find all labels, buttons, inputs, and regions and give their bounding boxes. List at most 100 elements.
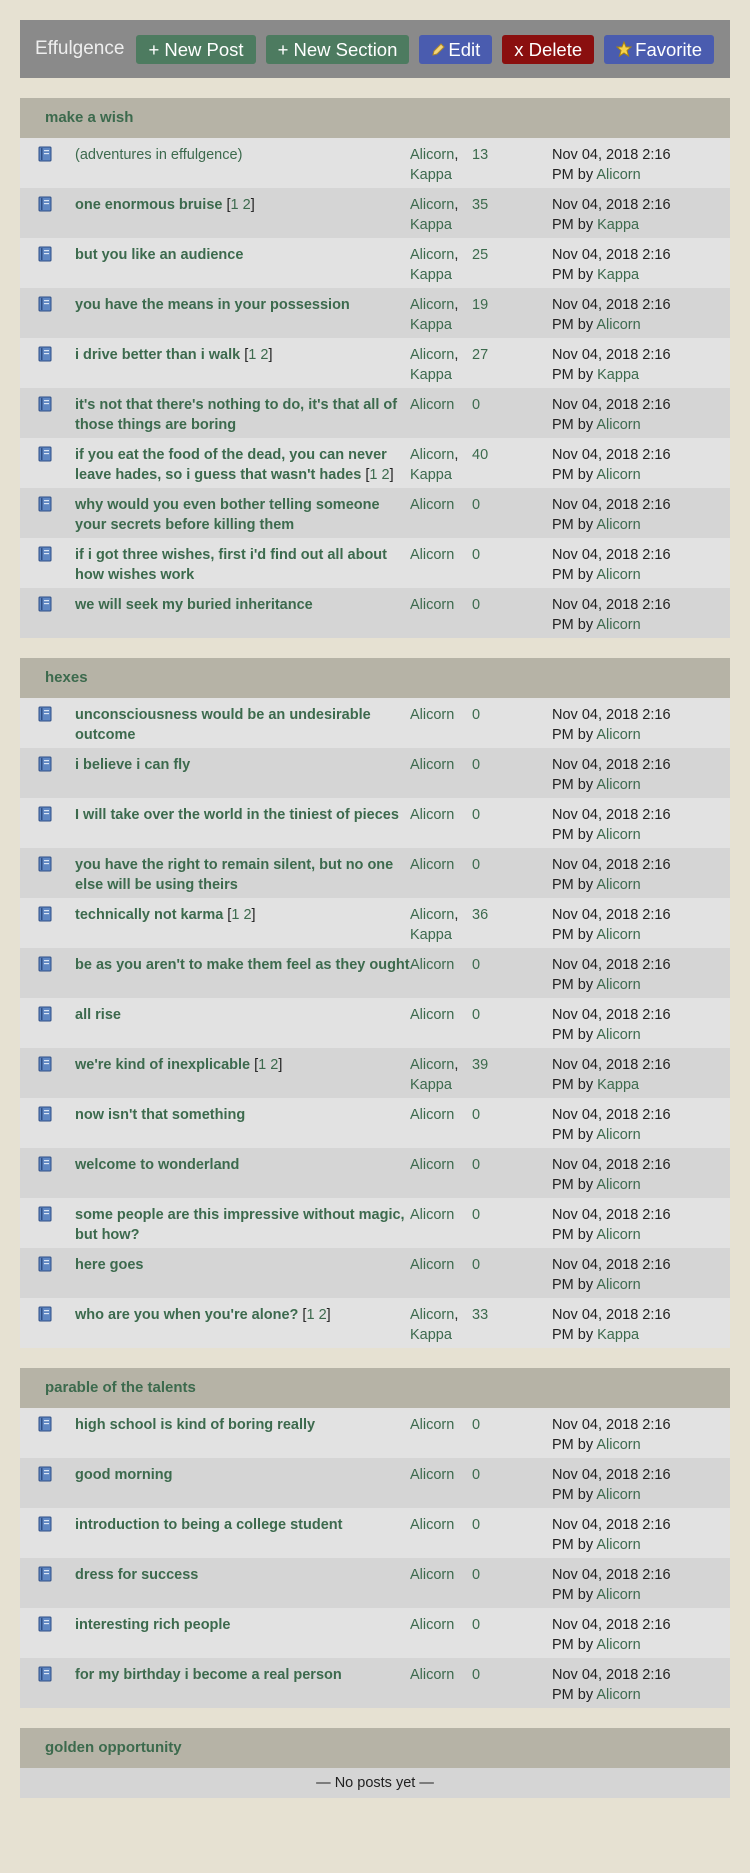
author-link[interactable]: Alicorn [410, 1207, 454, 1223]
reply-count[interactable]: 0 [472, 1255, 552, 1298]
author-link[interactable]: Alicorn [410, 807, 454, 823]
delete-button[interactable]: x Delete [502, 34, 595, 64]
author-link[interactable]: Alicorn [410, 1567, 454, 1583]
author-link[interactable]: Alicorn [410, 247, 454, 263]
author-link[interactable]: Alicorn [410, 1307, 454, 1323]
last-updated-author-link[interactable]: Alicorn [596, 727, 640, 743]
post-title-link[interactable]: if i got three wishes, first i'd find ou… [75, 547, 387, 583]
last-updated-author-link[interactable]: Alicorn [596, 1127, 640, 1143]
last-updated-author-link[interactable]: Alicorn [596, 1587, 640, 1603]
reply-count[interactable]: 0 [472, 855, 552, 898]
section-title[interactable]: golden opportunity [20, 1728, 730, 1768]
last-updated-author-link[interactable]: Alicorn [596, 417, 640, 433]
post-title-link[interactable]: high school is kind of boring really [75, 1417, 315, 1433]
author-link[interactable]: Kappa [410, 467, 452, 483]
post-title-link[interactable]: (adventures in effulgence) [75, 147, 242, 163]
author-link[interactable]: Kappa [410, 267, 452, 283]
reply-count[interactable]: 0 [472, 1005, 552, 1048]
last-updated-author-link[interactable]: Kappa [597, 217, 639, 233]
post-title-link[interactable]: you have the means in your possession [75, 297, 350, 313]
post-title-link[interactable]: all rise [75, 1007, 121, 1023]
author-link[interactable]: Kappa [410, 167, 452, 183]
author-link[interactable]: Kappa [410, 367, 452, 383]
reply-count[interactable]: 25 [472, 245, 552, 288]
reply-count[interactable]: 36 [472, 905, 552, 948]
page-link[interactable]: 2 [381, 467, 389, 483]
author-link[interactable]: Alicorn [410, 857, 454, 873]
post-title-link[interactable]: we're kind of inexplicable [75, 1057, 250, 1073]
last-updated-author-link[interactable]: Alicorn [596, 467, 640, 483]
last-updated-author-link[interactable]: Kappa [597, 367, 639, 383]
last-updated-author-link[interactable]: Kappa [597, 1327, 639, 1343]
author-link[interactable]: Alicorn [410, 707, 454, 723]
author-link[interactable]: Alicorn [410, 1417, 454, 1433]
post-title-link[interactable]: welcome to wonderland [75, 1157, 239, 1173]
last-updated-author-link[interactable]: Alicorn [596, 167, 640, 183]
author-link[interactable]: Alicorn [410, 147, 454, 163]
page-link[interactable]: 2 [260, 347, 268, 363]
author-link[interactable]: Alicorn [410, 1157, 454, 1173]
author-link[interactable]: Alicorn [410, 1467, 454, 1483]
page-link[interactable]: 2 [270, 1057, 278, 1073]
author-link[interactable]: Alicorn [410, 1107, 454, 1123]
last-updated-author-link[interactable]: Alicorn [596, 1487, 640, 1503]
post-title-link[interactable]: technically not karma [75, 907, 223, 923]
reply-count[interactable]: 0 [472, 1615, 552, 1658]
post-title-link[interactable]: good morning [75, 1467, 172, 1483]
last-updated-author-link[interactable]: Alicorn [596, 927, 640, 943]
post-title-link[interactable]: if you eat the food of the dead, you can… [75, 447, 387, 483]
post-title-link[interactable]: here goes [75, 1257, 144, 1273]
reply-count[interactable]: 0 [472, 545, 552, 588]
author-link[interactable]: Alicorn [410, 497, 454, 513]
post-title-link[interactable]: unconsciousness would be an undesirable … [75, 707, 371, 743]
post-title-link[interactable]: we will seek my buried inheritance [75, 597, 313, 613]
reply-count[interactable]: 35 [472, 195, 552, 238]
reply-count[interactable]: 0 [472, 595, 552, 638]
last-updated-author-link[interactable]: Alicorn [596, 977, 640, 993]
reply-count[interactable]: 0 [472, 705, 552, 748]
section-title[interactable]: hexes [20, 658, 730, 698]
last-updated-author-link[interactable]: Alicorn [596, 617, 640, 633]
reply-count[interactable]: 39 [472, 1055, 552, 1098]
last-updated-author-link[interactable]: Alicorn [596, 567, 640, 583]
post-title-link[interactable]: i drive better than i walk [75, 347, 240, 363]
reply-count[interactable]: 0 [472, 1565, 552, 1608]
page-link[interactable]: 1 [258, 1057, 266, 1073]
post-title-link[interactable]: now isn't that something [75, 1107, 245, 1123]
author-link[interactable]: Alicorn [410, 197, 454, 213]
reply-count[interactable]: 0 [472, 1415, 552, 1458]
page-link[interactable]: 2 [243, 197, 251, 213]
reply-count[interactable]: 33 [472, 1305, 552, 1348]
reply-count[interactable]: 19 [472, 295, 552, 338]
page-link[interactable]: 1 [231, 907, 239, 923]
author-link[interactable]: Alicorn [410, 1057, 454, 1073]
author-link[interactable]: Kappa [410, 927, 452, 943]
post-title-link[interactable]: for my birthday i become a real person [75, 1667, 342, 1683]
author-link[interactable]: Alicorn [410, 1667, 454, 1683]
reply-count[interactable]: 0 [472, 755, 552, 798]
post-title-link[interactable]: dress for success [75, 1567, 198, 1583]
last-updated-author-link[interactable]: Kappa [597, 1077, 639, 1093]
reply-count[interactable]: 0 [472, 805, 552, 848]
reply-count[interactable]: 0 [472, 1105, 552, 1148]
author-link[interactable]: Kappa [410, 317, 452, 333]
post-title-link[interactable]: interesting rich people [75, 1617, 231, 1633]
author-link[interactable]: Alicorn [410, 447, 454, 463]
page-link[interactable]: 1 [231, 197, 239, 213]
author-link[interactable]: Alicorn [410, 1257, 454, 1273]
last-updated-author-link[interactable]: Alicorn [596, 1637, 640, 1653]
last-updated-author-link[interactable]: Alicorn [596, 1687, 640, 1703]
author-link[interactable]: Kappa [410, 1327, 452, 1343]
post-title-link[interactable]: it's not that there's nothing to do, it'… [75, 397, 397, 433]
last-updated-author-link[interactable]: Alicorn [596, 777, 640, 793]
author-link[interactable]: Alicorn [410, 1517, 454, 1533]
last-updated-author-link[interactable]: Alicorn [596, 877, 640, 893]
new-section-button[interactable]: + New Section [265, 34, 410, 64]
section-title[interactable]: parable of the talents [20, 1368, 730, 1408]
last-updated-author-link[interactable]: Alicorn [596, 1177, 640, 1193]
author-link[interactable]: Alicorn [410, 1617, 454, 1633]
post-title-link[interactable]: why would you even bother telling someon… [75, 497, 380, 533]
last-updated-author-link[interactable]: Alicorn [596, 317, 640, 333]
author-link[interactable]: Alicorn [410, 907, 454, 923]
page-link[interactable]: 1 [248, 347, 256, 363]
